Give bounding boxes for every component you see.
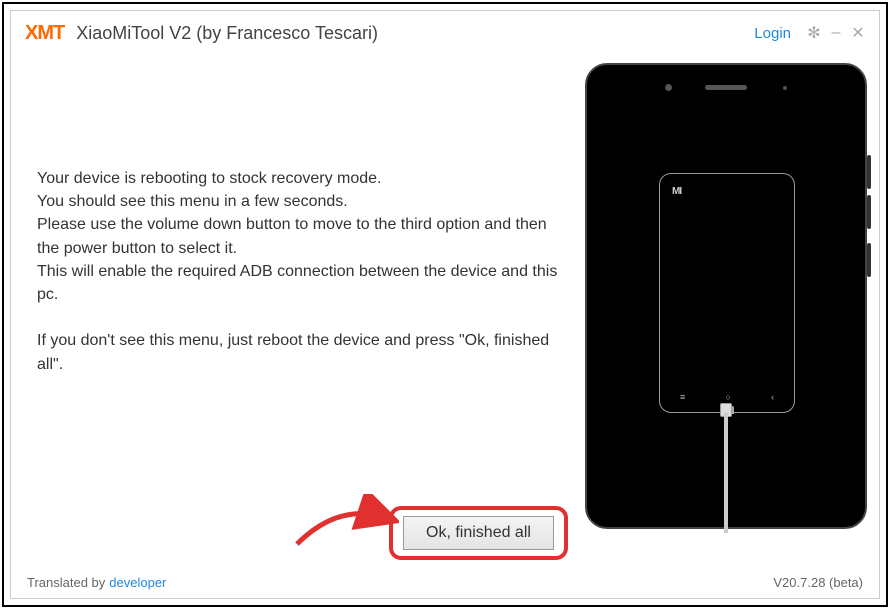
nav-bar-icon: ≡ ○ ‹ <box>660 392 794 402</box>
app-logo: XMT <box>25 22 64 45</box>
instruction-text: Your device is rebooting to stock recove… <box>37 167 561 376</box>
developer-link[interactable]: developer <box>109 575 166 590</box>
mi-logo-icon: MI <box>672 186 681 197</box>
phone-sensor-icon <box>783 86 787 90</box>
translated-by-label: Translated by <box>27 575 105 590</box>
usb-cable-icon <box>724 413 728 533</box>
annotation-highlight: Ok, finished all <box>389 506 568 560</box>
nav-home-icon: ○ <box>725 392 730 402</box>
login-link[interactable]: Login <box>754 25 791 42</box>
close-icon[interactable]: ✕ <box>849 23 867 43</box>
recovery-screen-icon: MI ≡ ○ ‹ <box>659 173 795 413</box>
content-area: Your device is rebooting to stock recove… <box>11 57 879 566</box>
device-illustration-pane: MI ≡ ○ ‹ <box>571 57 879 566</box>
phone-speaker-icon <box>705 85 747 90</box>
version-label: V20.7.28 (beta) <box>773 575 863 590</box>
volume-down-icon <box>867 195 871 229</box>
titlebar: XMT XiaoMiTool V2 (by Francesco Tescari)… <box>11 11 879 53</box>
volume-up-icon <box>867 155 871 189</box>
phone-camera-icon <box>665 84 672 91</box>
app-title: XiaoMiTool V2 (by Francesco Tescari) <box>76 23 378 44</box>
app-frame: XMT XiaoMiTool V2 (by Francesco Tescari)… <box>10 10 880 599</box>
footer: Translated by developer V20.7.28 (beta) <box>11 566 879 598</box>
nav-back-icon: ‹ <box>771 392 774 402</box>
phone-device-icon: MI ≡ ○ ‹ <box>585 63 867 529</box>
instructions-pane: Your device is rebooting to stock recove… <box>11 57 571 566</box>
app-window: XMT XiaoMiTool V2 (by Francesco Tescari)… <box>2 2 888 607</box>
power-button-icon <box>867 243 871 277</box>
nav-menu-icon: ≡ <box>680 392 685 402</box>
gear-icon[interactable]: ✻ <box>805 23 823 43</box>
ok-finished-button[interactable]: Ok, finished all <box>403 516 554 550</box>
minimize-icon[interactable]: – <box>827 24 845 42</box>
